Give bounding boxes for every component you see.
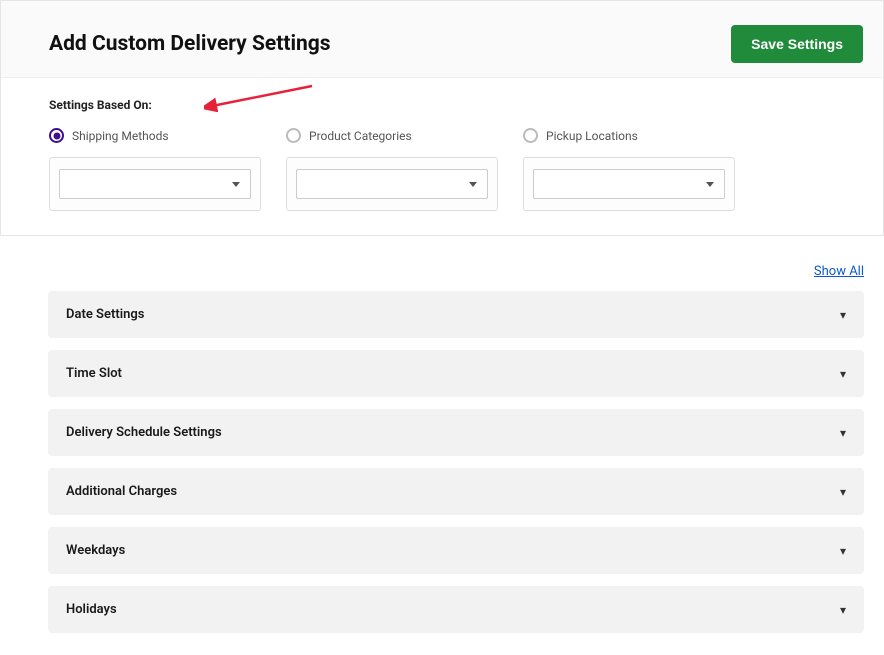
accordion-delivery-schedule[interactable]: Delivery Schedule Settings ▾ (48, 409, 864, 456)
radio-label: Shipping Methods (72, 129, 169, 143)
show-all-link[interactable]: Show All (814, 264, 864, 279)
accordion-label: Weekdays (66, 543, 125, 558)
radio-icon (286, 128, 301, 143)
show-all-row: Show All (48, 260, 864, 279)
chevron-down-icon: ▾ (840, 603, 846, 617)
chevron-down-icon: ▾ (840, 308, 846, 322)
arrow-annotation-wrap: Settings Based On: (49, 94, 835, 128)
radio-col-categories: Product Categories (286, 128, 523, 211)
radio-shipping-methods[interactable]: Shipping Methods (49, 128, 286, 143)
select-wrap-pickup (523, 157, 735, 211)
radio-label: Pickup Locations (546, 129, 638, 143)
accordion-label: Holidays (66, 602, 117, 617)
accordion-label: Delivery Schedule Settings (66, 425, 222, 440)
top-panel: Add Custom Delivery Settings Save Settin… (0, 0, 884, 236)
settings-based-on-section: Settings Based On: Shipping Methods (1, 78, 883, 235)
radio-icon (523, 128, 538, 143)
accordion-label: Additional Charges (66, 484, 177, 499)
accordion-weekdays[interactable]: Weekdays ▾ (48, 527, 864, 574)
header-row: Add Custom Delivery Settings Save Settin… (1, 1, 883, 78)
page-title: Add Custom Delivery Settings (49, 32, 331, 56)
radio-product-categories[interactable]: Product Categories (286, 128, 523, 143)
accordion-time-slot[interactable]: Time Slot ▾ (48, 350, 864, 397)
annotation-arrow-icon (204, 84, 319, 112)
chevron-down-icon (706, 182, 714, 187)
save-settings-button[interactable]: Save Settings (731, 25, 863, 63)
radio-col-shipping: Shipping Methods (49, 128, 286, 211)
chevron-down-icon (469, 182, 477, 187)
accordion-date-settings[interactable]: Date Settings ▾ (48, 291, 864, 338)
select-wrap-shipping (49, 157, 261, 211)
accordion-sections: Show All Date Settings ▾ Time Slot ▾ Del… (0, 236, 884, 655)
shipping-methods-select[interactable] (59, 169, 251, 199)
accordion-label: Date Settings (66, 307, 144, 322)
pickup-locations-select[interactable] (533, 169, 725, 199)
chevron-down-icon: ▾ (840, 426, 846, 440)
radio-label: Product Categories (309, 129, 412, 143)
chevron-down-icon (232, 182, 240, 187)
chevron-down-icon: ▾ (840, 485, 846, 499)
accordion-holidays[interactable]: Holidays ▾ (48, 586, 864, 633)
settings-based-on-label: Settings Based On: (49, 98, 152, 112)
chevron-down-icon: ▾ (840, 367, 846, 381)
radio-col-pickup: Pickup Locations (523, 128, 760, 211)
select-wrap-categories (286, 157, 498, 211)
accordion-label: Time Slot (66, 366, 122, 381)
product-categories-select[interactable] (296, 169, 488, 199)
radio-pickup-locations[interactable]: Pickup Locations (523, 128, 760, 143)
radio-row: Shipping Methods Product Categories (49, 128, 835, 211)
chevron-down-icon: ▾ (840, 544, 846, 558)
radio-icon (49, 128, 64, 143)
accordion-additional-charges[interactable]: Additional Charges ▾ (48, 468, 864, 515)
